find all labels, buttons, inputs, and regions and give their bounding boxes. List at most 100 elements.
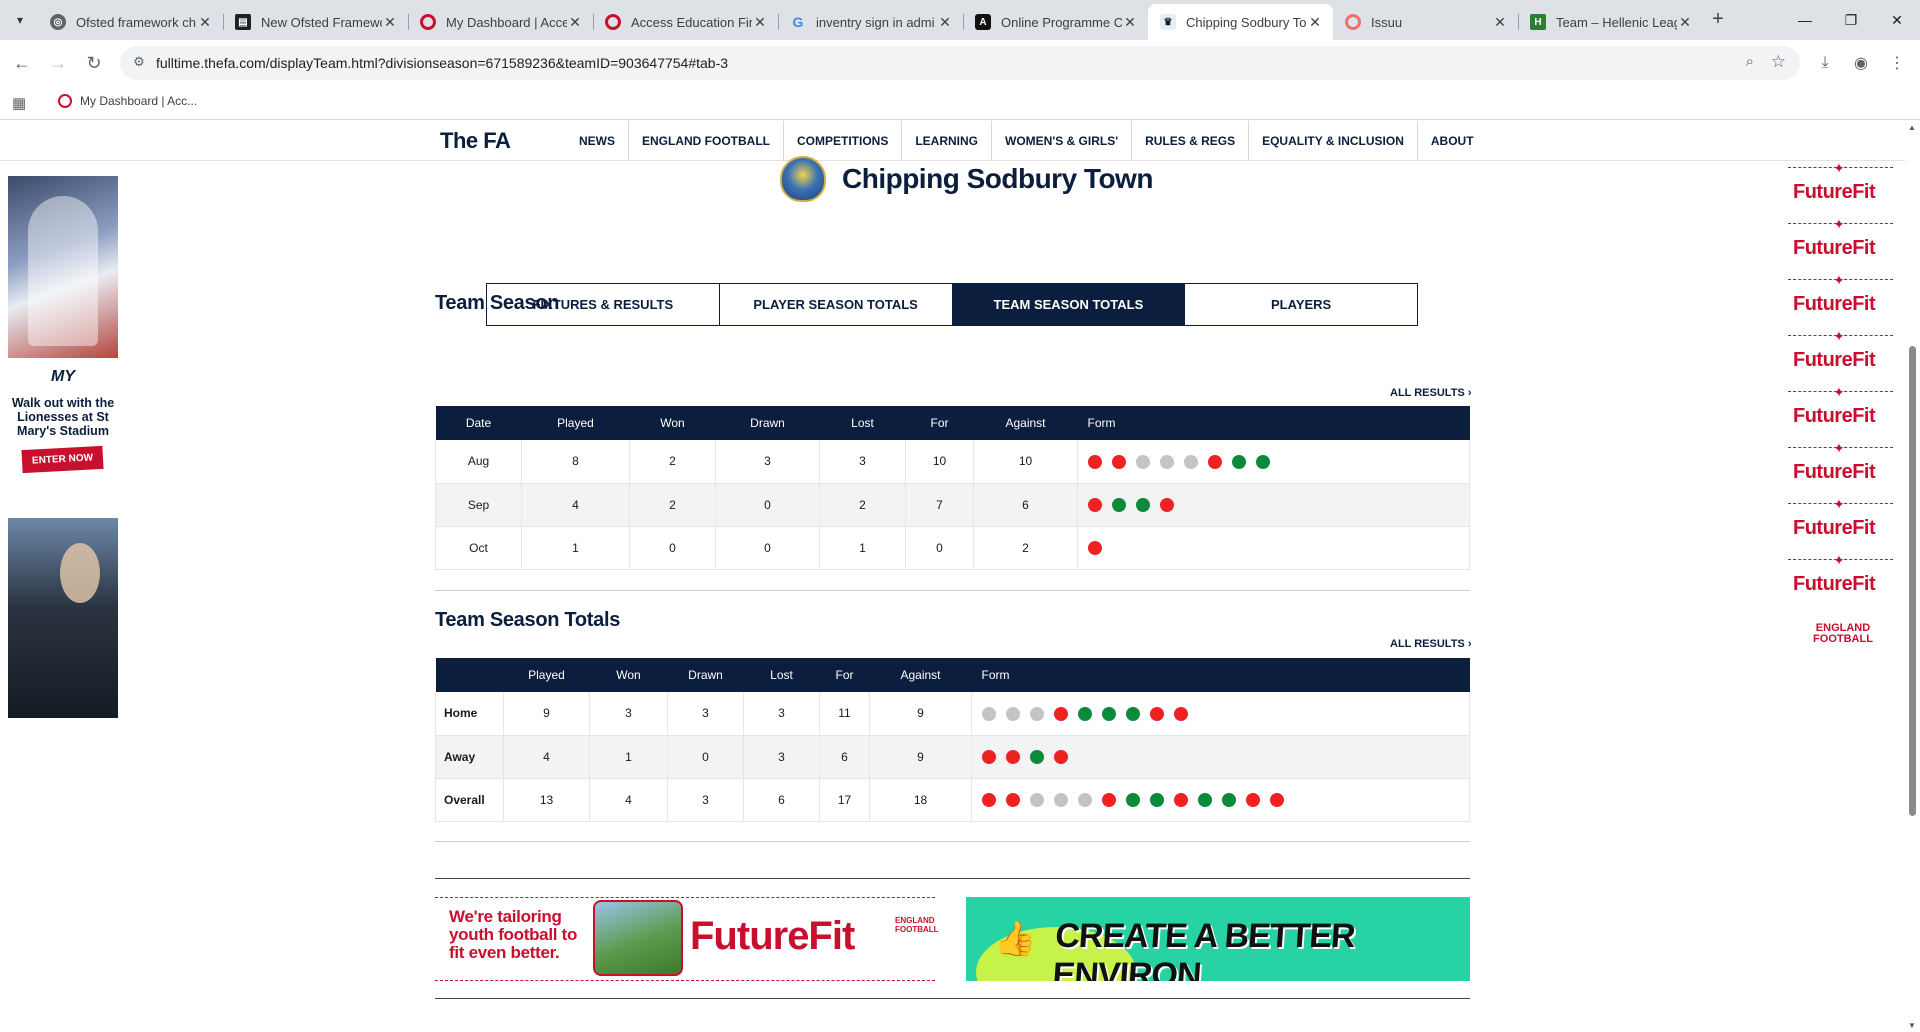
right-advert[interactable]: ✦ FutureFit ✦ FutureFit ✦ FutureFit ✦ Future… — [1788, 161, 1893, 645]
scroll-up-icon[interactable]: ▲ — [1908, 123, 1916, 132]
nav-learning[interactable]: LEARNING — [901, 121, 991, 161]
loss-dot[interactable] — [1088, 497, 1102, 512]
win-dot[interactable] — [1112, 497, 1126, 512]
loss-dot[interactable] — [1054, 706, 1068, 721]
create-better-banner[interactable]: 👍 CREATE A BETTER ENVIRON — [966, 897, 1470, 981]
bookmark-item[interactable]: My Dashboard | Acc... — [58, 94, 197, 108]
loss-dot[interactable] — [1150, 706, 1164, 721]
draw-dot[interactable] — [982, 706, 996, 721]
win-dot[interactable] — [1102, 706, 1116, 721]
tab-player-season-totals[interactable]: PLAYER SEASON TOTALS — [718, 284, 952, 325]
nav-rules-regs[interactable]: RULES & REGS — [1131, 121, 1248, 161]
loss-dot[interactable] — [982, 749, 996, 764]
forward-icon[interactable]: → — [44, 49, 72, 77]
draw-dot[interactable] — [1160, 454, 1174, 469]
browser-tab[interactable]: H Team – Hellenic Leag ✕ — [1518, 4, 1703, 40]
draw-dot[interactable] — [1136, 454, 1150, 469]
loss-dot[interactable] — [1006, 792, 1020, 807]
loss-dot[interactable] — [1270, 792, 1284, 807]
zoom-icon[interactable]: ⌕ — [1746, 53, 1754, 70]
win-dot[interactable] — [1030, 749, 1044, 764]
browser-tab[interactable]: Issuu ✕ — [1333, 4, 1518, 40]
nav-news[interactable]: NEWS — [566, 121, 628, 161]
draw-dot[interactable] — [1078, 792, 1092, 807]
address-bar[interactable]: ⚙ fulltime.thefa.com/displayTeam.html?di… — [120, 46, 1800, 80]
download-icon[interactable]: ⤓ — [1812, 50, 1838, 76]
win-dot[interactable] — [1136, 497, 1150, 512]
scroll-down-icon[interactable]: ▼ — [1908, 1021, 1916, 1030]
reload-icon[interactable]: ↻ — [80, 49, 108, 77]
back-icon[interactable]: ← — [8, 49, 36, 77]
loss-dot[interactable] — [1246, 792, 1260, 807]
loss-dot[interactable] — [1174, 706, 1188, 721]
loss-dot[interactable] — [1102, 792, 1116, 807]
win-dot[interactable] — [1232, 454, 1246, 469]
loss-dot[interactable] — [1208, 454, 1222, 469]
close-tab-icon[interactable]: ✕ — [752, 14, 768, 31]
close-tab-icon[interactable]: ✕ — [567, 14, 583, 31]
nav-competitions[interactable]: COMPETITIONS — [783, 121, 901, 161]
tab-team-season-totals[interactable]: TEAM SEASON TOTALS — [951, 284, 1185, 325]
all-results-link[interactable]: ALL RESULTS › — [1390, 638, 1472, 650]
win-dot[interactable] — [1198, 792, 1212, 807]
cell-for: 17 — [819, 778, 870, 822]
nav-womens-girls[interactable]: WOMEN'S & GIRLS' — [991, 121, 1131, 161]
browser-tab[interactable]: My Dashboard | Acce ✕ — [408, 4, 593, 40]
loss-dot[interactable] — [1174, 792, 1188, 807]
restore-icon[interactable]: ❐ — [1828, 0, 1874, 40]
bookmark-star-icon[interactable]: ☆ — [1771, 52, 1786, 72]
tab-title: My Dashboard | Acce — [446, 14, 567, 30]
menu-icon[interactable]: ⋮ — [1884, 50, 1910, 76]
win-dot[interactable] — [1126, 706, 1140, 721]
win-dot[interactable] — [1126, 792, 1140, 807]
close-tab-icon[interactable]: ✕ — [197, 14, 213, 31]
win-dot[interactable] — [1222, 792, 1236, 807]
apps-grid-icon[interactable]: ▦ — [12, 94, 26, 112]
close-tab-icon[interactable]: ✕ — [937, 14, 953, 31]
loss-dot[interactable] — [1160, 497, 1174, 512]
loss-dot[interactable] — [1088, 540, 1102, 555]
loss-dot[interactable] — [1054, 749, 1068, 764]
browser-tab[interactable]: A Online Programme C ✕ — [963, 4, 1148, 40]
draw-dot[interactable] — [1054, 792, 1068, 807]
close-tab-icon[interactable]: ✕ — [1492, 14, 1508, 31]
new-tab-button[interactable]: + — [1706, 8, 1730, 32]
browser-tab[interactable]: ◎ Ofsted framework ch ✕ — [38, 4, 223, 40]
draw-dot[interactable] — [1030, 706, 1044, 721]
url-text[interactable]: fulltime.thefa.com/displayTeam.html?divi… — [156, 55, 728, 71]
draw-dot[interactable] — [1006, 706, 1020, 721]
loss-dot[interactable] — [1112, 454, 1126, 469]
draw-dot[interactable] — [1030, 792, 1044, 807]
nav-about[interactable]: ABOUT — [1416, 121, 1487, 161]
all-results-link[interactable]: ALL RESULTS › — [1390, 387, 1472, 399]
close-tab-icon[interactable]: ✕ — [382, 14, 398, 31]
left-advert[interactable]: MY Walk out with the Lionesses at St Mar… — [8, 176, 118, 718]
nav-england-football[interactable]: ENGLAND FOOTBALL — [628, 121, 783, 161]
win-dot[interactable] — [1256, 454, 1270, 469]
browser-tab[interactable]: Access Education Fin ✕ — [593, 4, 778, 40]
close-tab-icon[interactable]: ✕ — [1307, 14, 1323, 31]
page-scrollbar[interactable]: ▲ ▼ — [1905, 121, 1920, 1032]
futurefit-banner[interactable]: We're tailoring youth football to fit ev… — [435, 897, 939, 981]
win-dot[interactable] — [1078, 706, 1092, 721]
close-window-icon[interactable]: ✕ — [1874, 0, 1920, 40]
close-tab-icon[interactable]: ✕ — [1677, 14, 1693, 31]
site-info-icon[interactable]: ⚙ — [130, 54, 148, 72]
browser-tab-active[interactable]: ♛ Chipping Sodbury To ✕ — [1148, 4, 1333, 40]
draw-dot[interactable] — [1184, 454, 1198, 469]
browser-tab[interactable]: ▤ New Ofsted Framewo ✕ — [223, 4, 408, 40]
fa-logo[interactable]: The FA — [440, 128, 511, 154]
minimize-icon[interactable]: — — [1782, 0, 1828, 40]
loss-dot[interactable] — [1088, 454, 1102, 469]
profile-icon[interactable]: ◉ — [1848, 50, 1874, 76]
enter-now-button[interactable]: ENTER NOW — [21, 445, 105, 474]
tab-players[interactable]: PLAYERS — [1184, 284, 1417, 325]
browser-tab[interactable]: G inventry sign in admi ✕ — [778, 4, 963, 40]
tab-search-icon[interactable]: ▾ — [8, 8, 32, 32]
close-tab-icon[interactable]: ✕ — [1122, 14, 1138, 31]
win-dot[interactable] — [1150, 792, 1164, 807]
loss-dot[interactable] — [1006, 749, 1020, 764]
scrollbar-thumb[interactable] — [1909, 346, 1916, 816]
loss-dot[interactable] — [982, 792, 996, 807]
nav-equality-inclusion[interactable]: EQUALITY & INCLUSION — [1248, 121, 1417, 161]
